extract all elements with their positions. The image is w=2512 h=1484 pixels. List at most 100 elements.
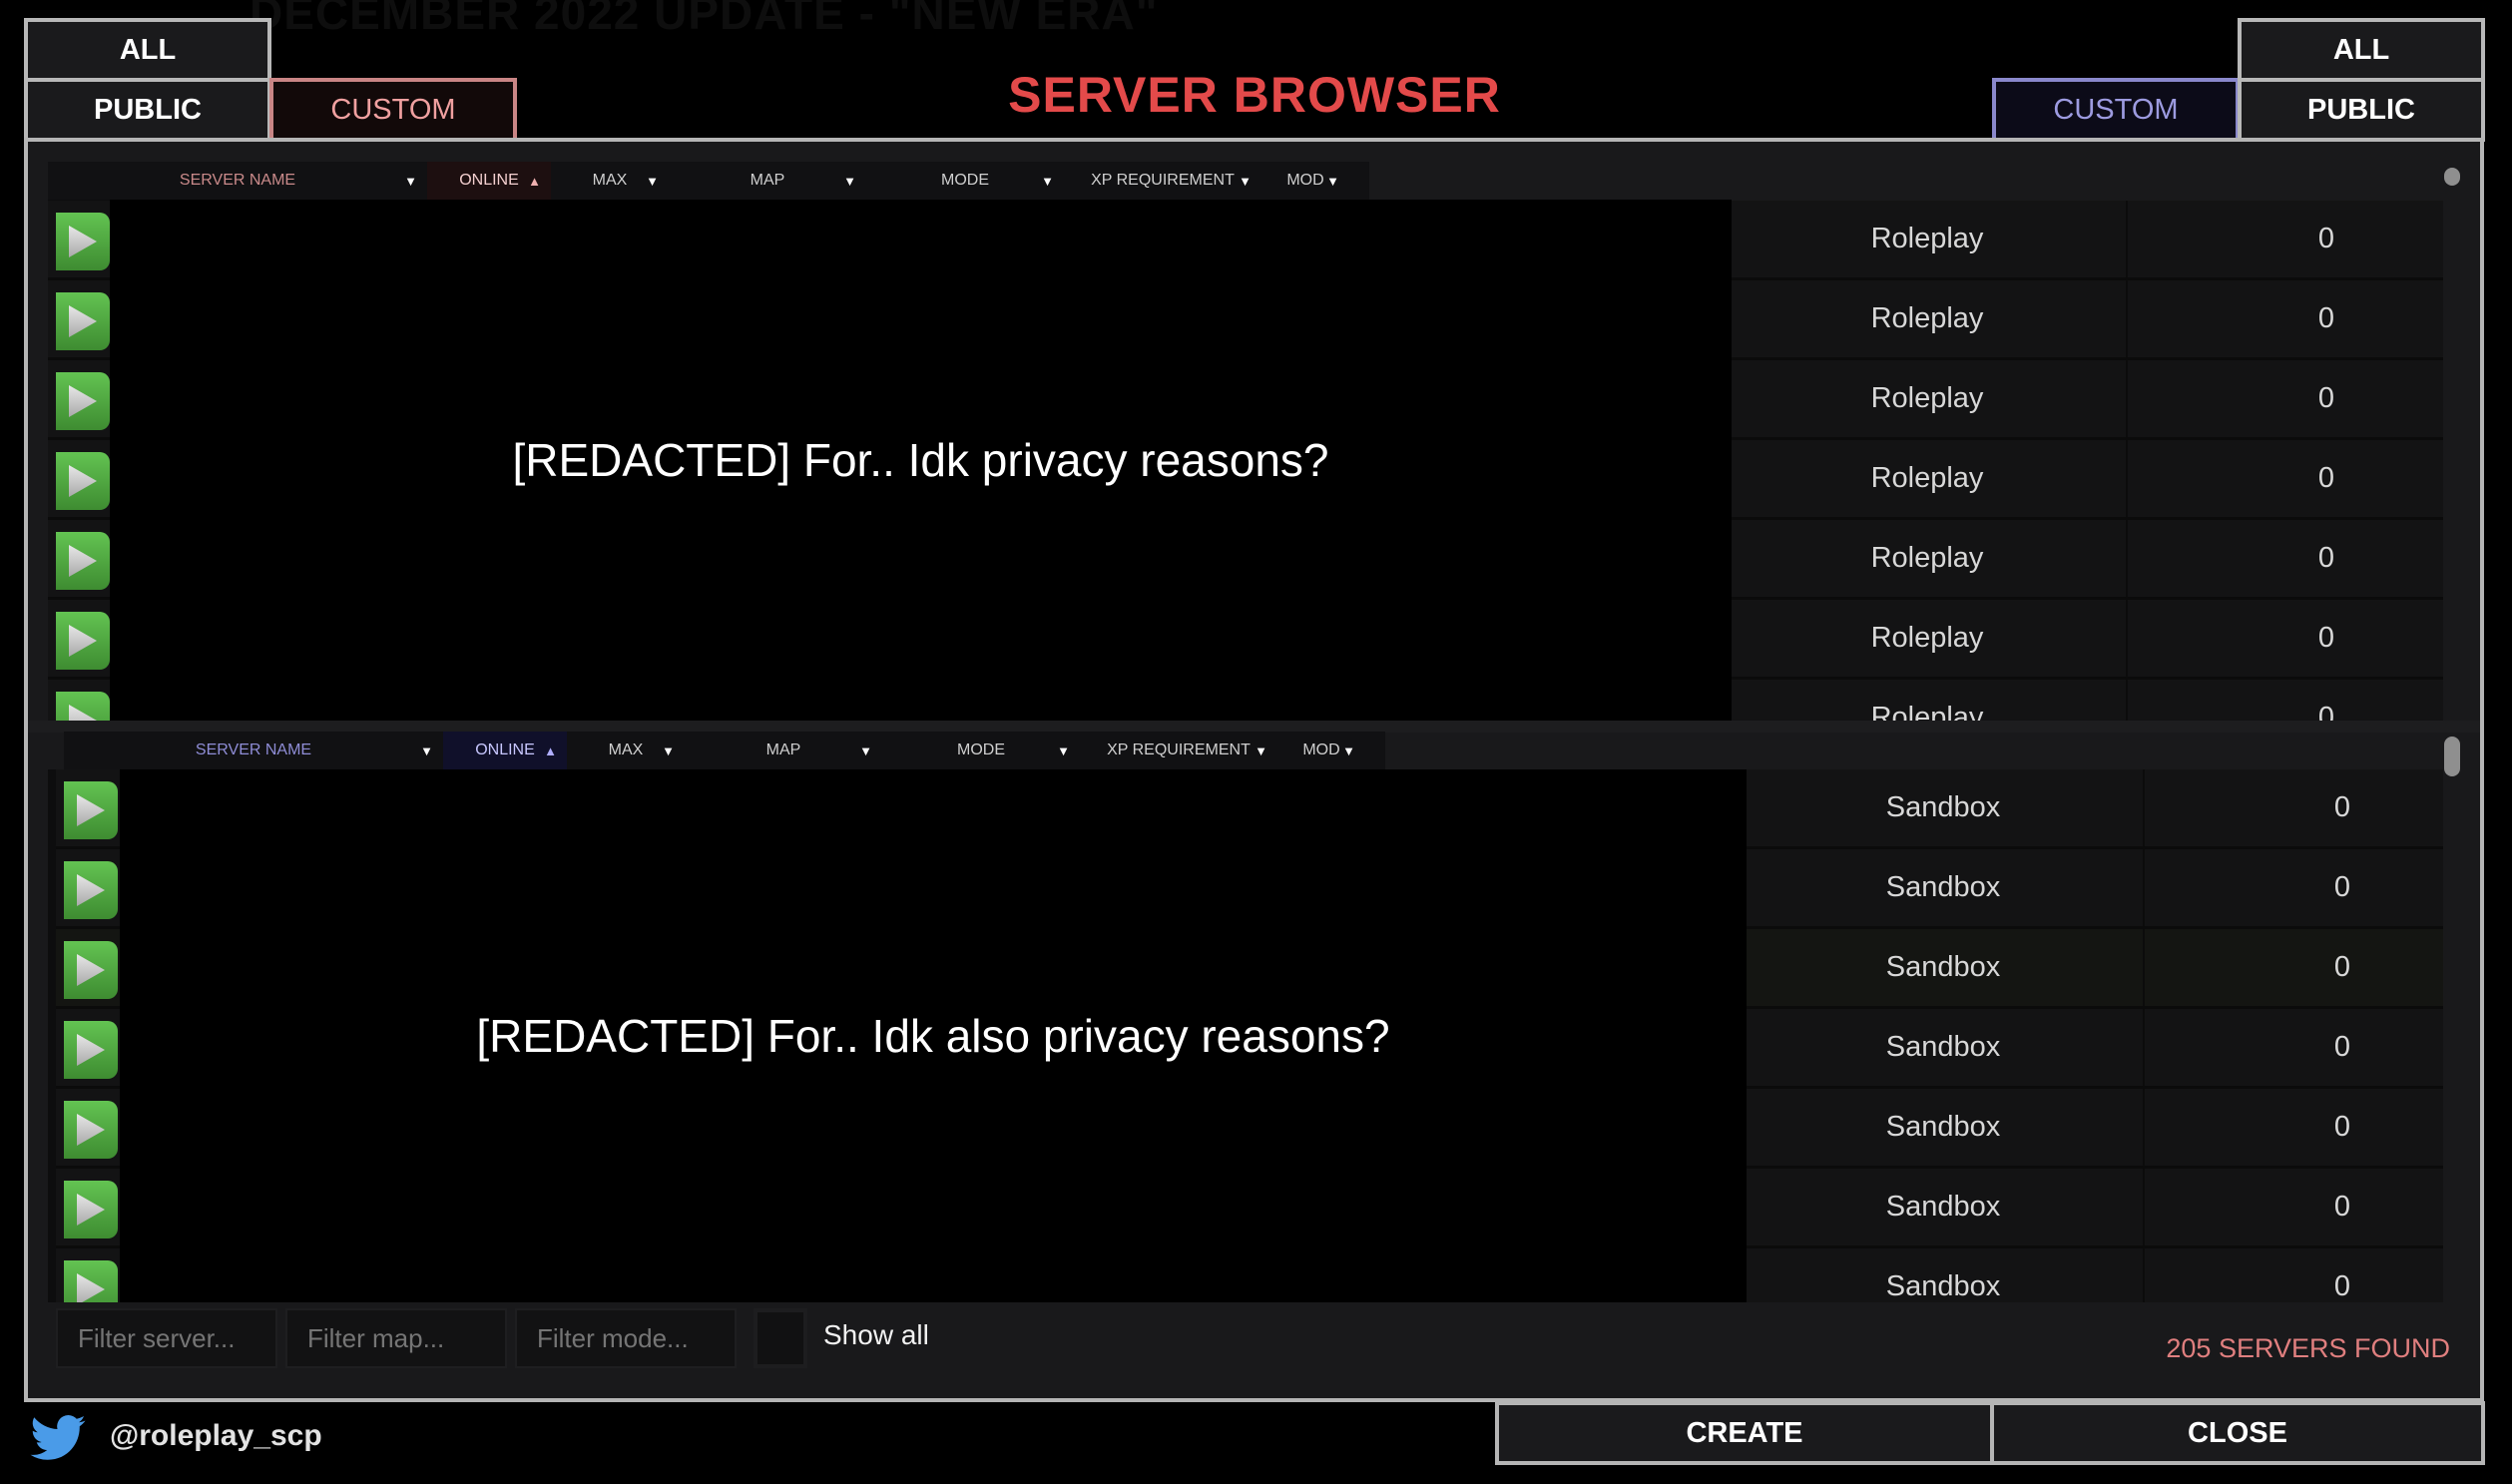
column-header-mod[interactable]: MOD ▼ (1261, 162, 1349, 200)
column-label: ONLINE (459, 172, 519, 189)
left-tab-all[interactable]: ALL (24, 18, 271, 82)
join-server-button[interactable] (64, 781, 118, 839)
join-server-button[interactable] (64, 1181, 118, 1238)
play-icon (77, 1273, 105, 1302)
play-icon (69, 385, 97, 417)
join-server-button[interactable] (64, 1101, 118, 1159)
column-divider (2143, 929, 2145, 1006)
column-label: SERVER NAME (179, 172, 296, 189)
column-label: MAP (750, 172, 785, 189)
play-icon (77, 1194, 105, 1226)
column-header-mode[interactable]: MODE ▼ (866, 162, 1064, 200)
column-label: MODE (941, 172, 989, 189)
join-server-button[interactable] (56, 692, 110, 722)
column-header-max[interactable]: MAX ▼ (551, 162, 669, 200)
column-header-mod[interactable]: MOD ▼ (1277, 732, 1365, 769)
play-icon (69, 305, 97, 337)
lower-redaction-box: [REDACTED] For.. Idk also privacy reason… (120, 769, 1747, 1302)
join-server-button[interactable] (56, 213, 110, 270)
server-mod-count: 0 (2317, 622, 2335, 654)
sort-descending-icon: ▼ (1255, 742, 1267, 758)
twitter-handle[interactable]: @roleplay_scp (110, 1419, 322, 1453)
right-tab-all[interactable]: ALL (2238, 18, 2485, 82)
server-mode: Sandbox (1885, 1270, 2001, 1302)
server-mode: Roleplay (1870, 302, 1984, 334)
column-divider (2143, 1009, 2145, 1086)
play-icon (77, 874, 105, 906)
play-icon (77, 954, 105, 986)
server-mode: Roleplay (1870, 382, 1984, 414)
sort-descending-icon: ▼ (1057, 742, 1070, 758)
left-tab-custom[interactable]: CUSTOM (269, 78, 517, 142)
column-header-mode[interactable]: MODE ▼ (882, 732, 1080, 769)
column-divider (2143, 769, 2145, 846)
column-label: SERVER NAME (195, 742, 312, 758)
column-divider (2143, 1089, 2145, 1166)
column-header-online[interactable]: ONLINE ▲ (427, 162, 551, 200)
sort-ascending-icon: ▲ (528, 173, 541, 189)
server-mode: Sandbox (1885, 951, 2001, 983)
join-server-button[interactable] (56, 292, 110, 350)
column-header-max[interactable]: MAX ▼ (567, 732, 685, 769)
column-header-xp-requirement[interactable]: XP REQUIREMENT ▼ (1064, 162, 1261, 200)
server-mode: Sandbox (1885, 1031, 2001, 1063)
column-label: MAX (608, 742, 644, 758)
play-icon (69, 226, 97, 257)
column-header-map[interactable]: MAP ▼ (669, 162, 866, 200)
join-server-button[interactable] (64, 941, 118, 999)
column-label: MAX (592, 172, 628, 189)
filter-server-input[interactable] (56, 1308, 277, 1368)
server-mod-count: 0 (2333, 871, 2351, 903)
background-banner: DECEMBER 2022 UPDATE - "NEW ERA" (250, 0, 1159, 39)
sort-ascending-icon: ▲ (544, 742, 557, 758)
join-server-button[interactable] (56, 452, 110, 510)
sort-descending-icon: ▼ (420, 742, 433, 758)
column-header-online[interactable]: ONLINE ▲ (443, 732, 567, 769)
join-server-button[interactable] (56, 532, 110, 590)
join-server-button[interactable] (56, 372, 110, 430)
column-header-xp-requirement[interactable]: XP REQUIREMENT ▼ (1080, 732, 1277, 769)
column-divider (2126, 600, 2128, 677)
upper-scrollbar[interactable] (2444, 168, 2460, 186)
column-divider (2143, 849, 2145, 926)
page-title: SERVER BROWSER (1008, 67, 1501, 123)
column-divider (2143, 1248, 2145, 1302)
join-server-button[interactable] (56, 612, 110, 670)
left-tab-public[interactable]: PUBLIC (24, 78, 271, 142)
server-mode: Sandbox (1885, 1111, 2001, 1143)
sort-descending-icon: ▼ (662, 742, 675, 758)
join-server-button[interactable] (64, 1021, 118, 1079)
play-icon (69, 625, 97, 657)
server-mode: Roleplay (1870, 542, 1984, 574)
servers-found-count: 205 SERVERS FOUND (2166, 1333, 2450, 1363)
server-mod-count: 0 (2317, 462, 2335, 494)
server-mod-count: 0 (2333, 1270, 2351, 1302)
show-all-checkbox[interactable] (754, 1308, 807, 1368)
create-button[interactable]: CREATE (1495, 1401, 1994, 1465)
server-mode: Roleplay (1870, 702, 1984, 722)
column-header-map[interactable]: MAP ▼ (685, 732, 882, 769)
server-mode: Roleplay (1870, 223, 1984, 254)
column-header-server-name[interactable]: SERVER NAME ▼ (48, 162, 427, 200)
server-mod-count: 0 (2317, 702, 2335, 722)
filter-mode-input[interactable] (515, 1308, 737, 1368)
twitter-icon[interactable] (26, 1409, 90, 1469)
join-server-button[interactable] (64, 861, 118, 919)
close-button[interactable]: CLOSE (1990, 1401, 2485, 1465)
play-icon (77, 794, 105, 826)
server-mode: Sandbox (1885, 1191, 2001, 1223)
sort-descending-icon: ▼ (404, 173, 417, 189)
sort-descending-icon: ▼ (1326, 173, 1339, 189)
column-label: MOD (1286, 172, 1324, 189)
server-mod-count: 0 (2317, 302, 2335, 334)
lower-scrollbar[interactable] (2444, 737, 2460, 776)
sort-descending-icon: ▼ (843, 173, 856, 189)
filter-map-input[interactable] (285, 1308, 507, 1368)
column-header-server-name[interactable]: SERVER NAME ▼ (64, 732, 443, 769)
play-icon (77, 1114, 105, 1146)
sort-descending-icon: ▼ (1342, 742, 1355, 758)
server-mod-count: 0 (2333, 1191, 2351, 1223)
right-tab-public[interactable]: PUBLIC (2238, 78, 2485, 142)
join-server-button[interactable] (64, 1260, 118, 1302)
right-tab-custom[interactable]: CUSTOM (1992, 78, 2240, 142)
